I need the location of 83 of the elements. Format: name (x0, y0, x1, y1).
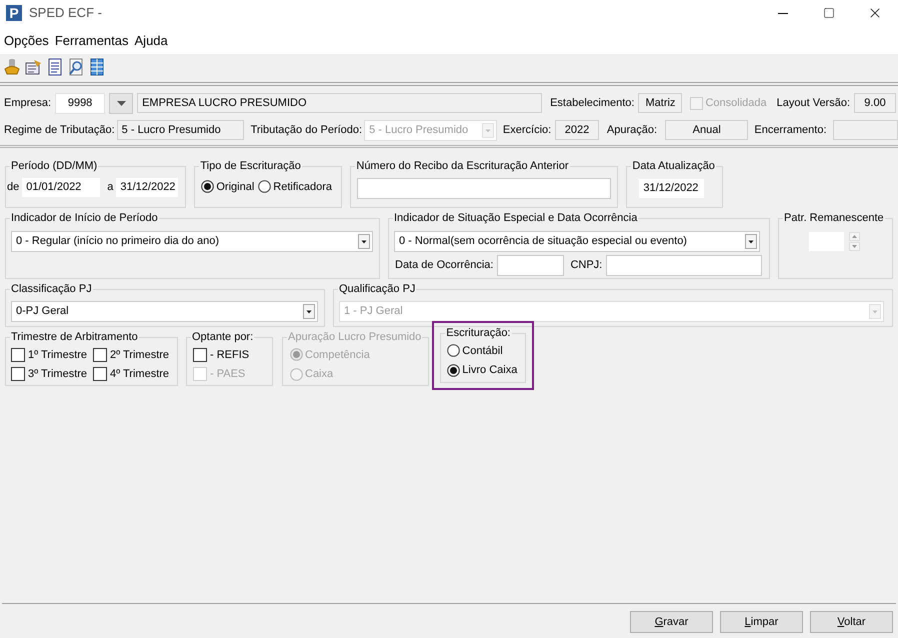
radio-option[interactable]: Retificadora (258, 178, 332, 195)
field-label: Empresa: (4, 96, 52, 111)
caret-icon (116, 100, 126, 106)
checkbox-option[interactable]: 3º Trimestre (11, 366, 89, 382)
period-start-dropdown[interactable]: 0 - Regular (início no primeiro dia do ano) (11, 230, 373, 252)
action-button[interactable]: Limpar (720, 611, 803, 633)
radio-icon[interactable] (258, 180, 272, 194)
group-title: Data Atualização (632, 160, 715, 172)
group-title: Escrituração: (446, 327, 510, 339)
dropdown-icon (482, 122, 494, 138)
group-title: Período (DD/MM) (11, 160, 98, 172)
start-date-field[interactable]: 01/01/2022 (21, 176, 102, 198)
field-label: Estabelecimento: (550, 96, 634, 111)
window-title: SPED ECF - (29, 4, 102, 22)
checkbox-option[interactable]: 4º Trimestre (93, 366, 171, 382)
radio-option[interactable]: Contábil (447, 342, 520, 359)
group-title: Tipo de Escrituração (200, 160, 301, 172)
special-situation-dropdown[interactable]: 0 - Normal(sem ocorrência de situação especial ou evento) (394, 230, 760, 252)
radio-icon[interactable] (201, 180, 214, 194)
radio-icon[interactable] (447, 344, 460, 358)
menu-item[interactable]: Ajuda (134, 30, 168, 50)
dropdown-icon (745, 234, 757, 248)
group-title: Trimestre de Arbitramento (11, 331, 138, 343)
radio-option[interactable]: Original (201, 178, 254, 195)
group-title: Patr. Remanescente (784, 212, 884, 224)
checkbox-icon[interactable] (11, 367, 25, 382)
receipt-number-field[interactable] (357, 178, 612, 198)
spin-up-icon[interactable] (849, 232, 860, 240)
dropdown-icon (869, 304, 881, 318)
menu-item[interactable]: Ferramentas (54, 30, 129, 50)
field-label: Layout Versão: (776, 96, 850, 111)
search-icon[interactable] (67, 58, 85, 76)
company-name-field: EMPRESA LUCRO PRESUMIDO (137, 93, 542, 113)
radio-option[interactable]: Livro Caixa (447, 362, 520, 378)
field-label: Tributação do Período: (250, 122, 362, 138)
field-label: Apuração: (606, 122, 658, 138)
checkbox-icon[interactable] (93, 348, 107, 362)
menu-item[interactable]: Opções (4, 30, 49, 50)
spreadsheet-icon[interactable] (89, 58, 105, 76)
dropdown-button[interactable] (109, 92, 134, 114)
checkbox-option[interactable]: - REFIS (193, 346, 266, 363)
app-logo: P (6, 5, 22, 21)
group-title: Apuração Lucro Presumido (288, 331, 422, 343)
fiscal-year-field: 2022 (555, 120, 599, 140)
company-code-field[interactable]: 9998 (55, 92, 106, 114)
checkbox-icon[interactable] (93, 367, 107, 382)
field-label: de (7, 180, 20, 195)
group-title: Indicador de Situação Especial e Data Ocorrência (394, 212, 638, 224)
end-date-field[interactable]: 31/12/2022 (115, 176, 180, 198)
folder-icon[interactable] (25, 58, 43, 76)
radio-icon[interactable] (447, 364, 460, 377)
field-label: CNPJ: (570, 258, 602, 273)
field-label: a (107, 180, 114, 195)
field-label: Exercício: (502, 122, 552, 138)
group-title: Indicador de Início de Período (11, 212, 158, 224)
minimize-icon (778, 12, 788, 14)
checkbox-option[interactable]: 1º Trimestre (11, 346, 89, 363)
action-button[interactable]: Voltar (810, 611, 893, 633)
field-label: Data de Ocorrência: (395, 258, 494, 273)
group-title: Classificação PJ (11, 283, 92, 295)
checkbox-icon[interactable] (11, 348, 25, 362)
checkbox-icon[interactable] (193, 348, 207, 362)
checkbox-option[interactable]: 2º Trimestre (93, 346, 171, 363)
group-title: Número do Recibo da Escrituração Anterior (356, 160, 569, 172)
pj-classification-dropdown[interactable]: 0-PJ Geral (11, 300, 318, 322)
group-title: Qualificação PJ (339, 283, 416, 295)
establishment-field: Matriz (638, 93, 682, 113)
assessment-field: Anual (665, 120, 748, 140)
action-button[interactable]: Gravar (630, 611, 713, 633)
dropdown-icon (303, 304, 315, 318)
field-label: Regime de Tributação: (4, 122, 115, 138)
group-title: Optante por: (192, 331, 254, 343)
update-date-field[interactable]: 31/12/2022 (638, 178, 706, 198)
document-icon[interactable] (47, 58, 63, 76)
layout-version-field: 9.00 (854, 93, 896, 113)
maximize-icon (823, 7, 835, 19)
dropdown-icon (358, 234, 370, 248)
tax-regime-field: 5 - Lucro Presumido (116, 120, 244, 140)
occurrence-date-field[interactable] (497, 254, 564, 276)
bell-icon[interactable] (3, 58, 21, 76)
field-label: Encerramento: (754, 122, 827, 138)
spin-down-icon[interactable] (849, 242, 860, 250)
cnpj-field[interactable] (606, 254, 762, 276)
